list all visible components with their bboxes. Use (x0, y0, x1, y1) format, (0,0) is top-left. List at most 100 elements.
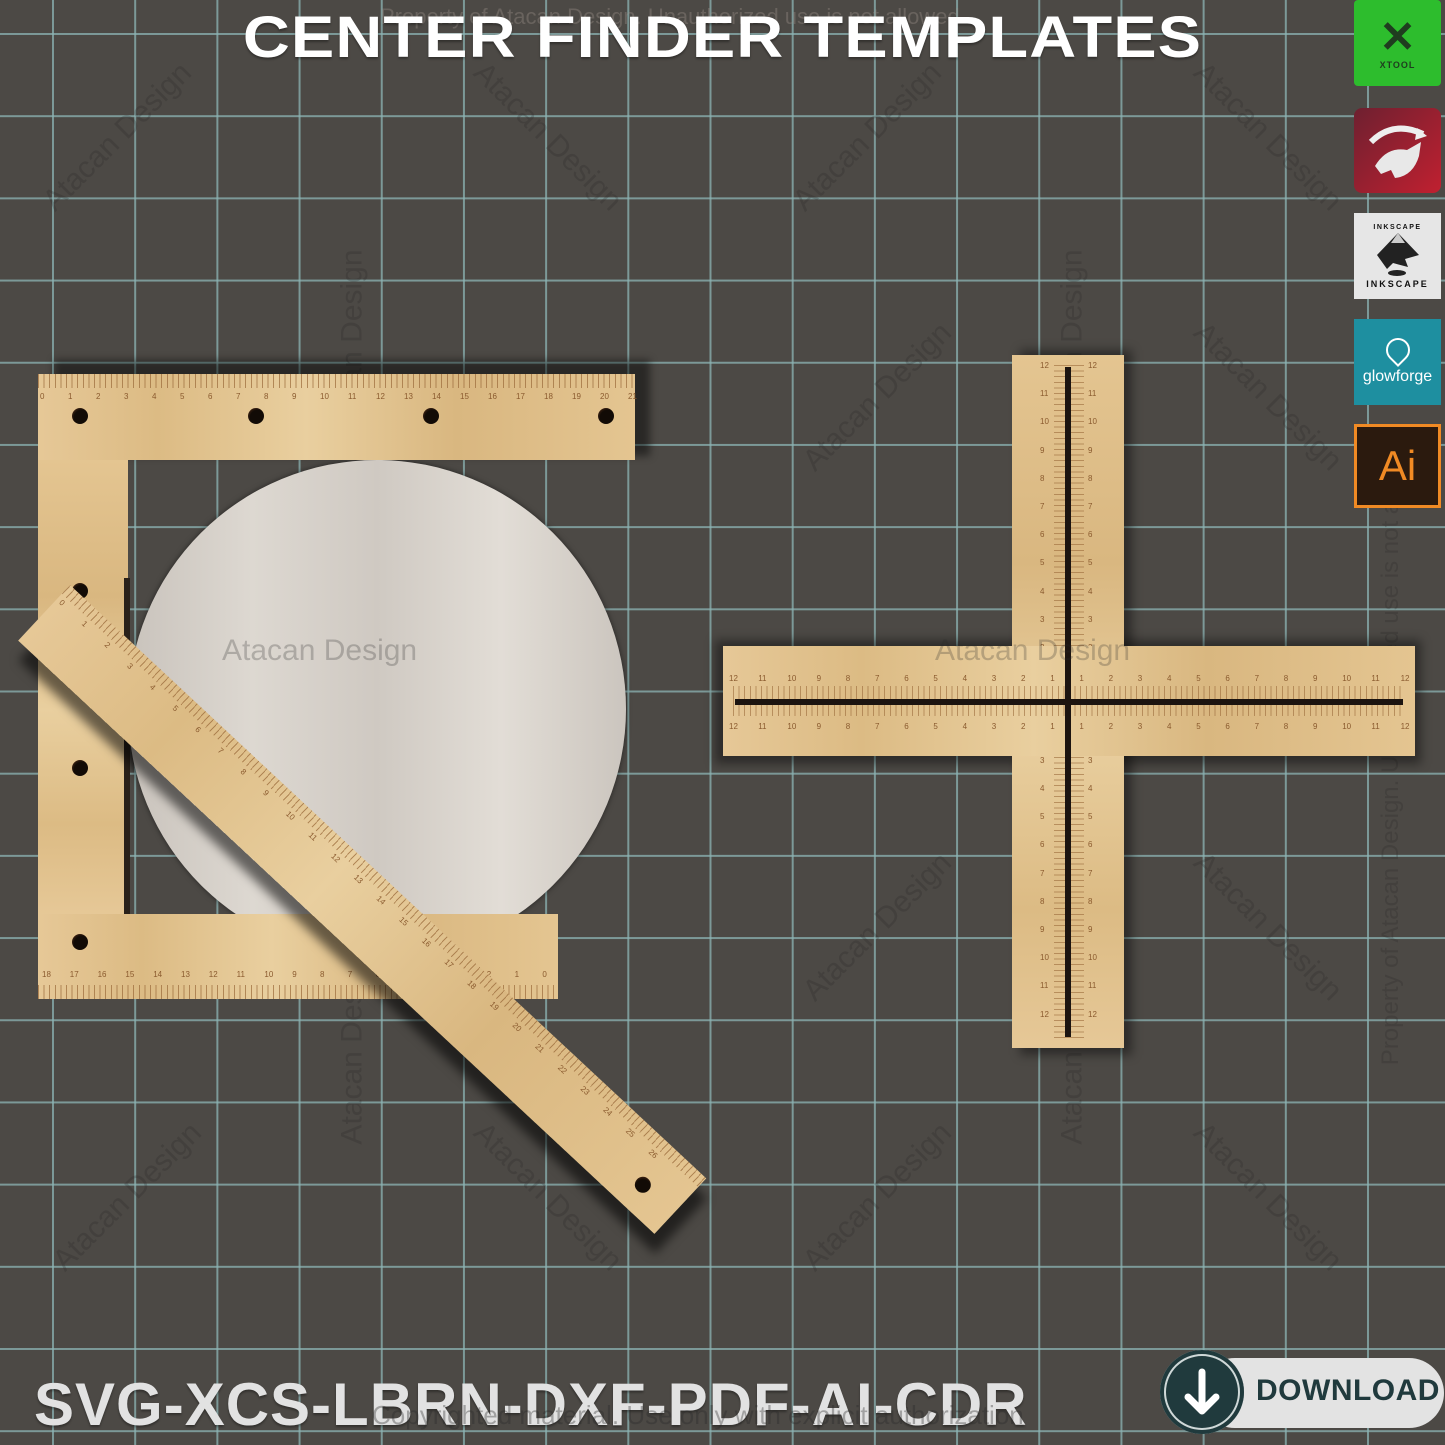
ruler-label: 12 (1088, 1009, 1097, 1019)
watermark-brand: Atacan Design (1187, 845, 1349, 1008)
ruler-label: 7 (347, 970, 353, 979)
ruler-label: 6 (1225, 674, 1230, 683)
ruler-label: 8 (845, 722, 851, 731)
ruler-label: 1 (514, 970, 520, 979)
ruler-label: 12 (376, 392, 385, 401)
glowforge-logo: glowforge (1354, 319, 1441, 405)
ruler-label: 0 (40, 392, 45, 401)
ruler-label: 13 (181, 970, 190, 979)
ruler-label: 11 (1040, 389, 1049, 399)
ruler-label: 3 (124, 392, 129, 401)
mounting-hole (72, 760, 88, 776)
ruler-label: 1 (68, 392, 73, 401)
ruler-label: 8 (845, 674, 851, 683)
dragon-icon (1368, 125, 1427, 178)
arrow-down-icon (1184, 1368, 1220, 1415)
ruler-label: 5 (1196, 674, 1201, 683)
ruler-label: 5 (1040, 558, 1045, 568)
ruler-label: 10 (1040, 417, 1049, 427)
ruler-label: 7 (1254, 674, 1260, 683)
inkscape-top-label: INKSCAPE (1373, 223, 1422, 231)
watermark-brand: Atacan Design (1187, 315, 1349, 478)
ruler-label: 12 (729, 674, 738, 683)
xtool-x-icon: ✕ (1379, 13, 1416, 62)
ruler-label: 9 (1040, 445, 1045, 455)
download-button-label[interactable]: DOWNLOAD (1256, 1374, 1440, 1408)
ruler-label: 18 (544, 392, 553, 401)
ruler-label: 3 (1137, 674, 1143, 683)
ruler-label: 7 (1088, 868, 1093, 878)
ruler-label: 11 (1371, 722, 1380, 731)
ruler-label: 9 (816, 722, 822, 731)
ruler-label: 6 (904, 674, 909, 683)
xtool-logo: ✕ XTOOL (1354, 0, 1441, 86)
page-title: CENTER FINDER TEMPLATES (242, 5, 1203, 70)
ruler-label: 7 (1040, 868, 1045, 878)
ruler-label: 5 (1088, 558, 1093, 568)
watermark-brand: Atacan Design (796, 1115, 958, 1278)
ruler-label: 0 (57, 597, 67, 608)
watermark-brand: Atacan Design (1187, 55, 1349, 218)
ruler-label: 8 (264, 392, 269, 401)
file-formats-banner: SVG-XCS-LBRN-DXF-PDF-AI-CDR (34, 1371, 1028, 1438)
ruler-label: 1 (1079, 674, 1084, 683)
ruler-label: 6 (1040, 530, 1045, 540)
ruler-label: 17 (516, 392, 525, 401)
ruler-label: 20 (600, 392, 609, 401)
download-button-circle[interactable] (1160, 1350, 1244, 1434)
ruler-label: 9 (1313, 674, 1318, 683)
ruler-label: 0 (542, 970, 547, 979)
ruler-label: 16 (488, 392, 497, 401)
mounting-hole (631, 1173, 655, 1197)
ruler-label: 13 (404, 392, 413, 401)
ruler-label: 3 (1040, 755, 1045, 765)
ruler-label: 6 (1040, 840, 1045, 850)
ruler-label: 9 (292, 392, 297, 401)
ruler-label: 9 (816, 674, 822, 683)
ruler-label: 7 (1254, 722, 1260, 731)
ruler-label: 9 (1088, 925, 1093, 934)
inkscape-logo: INKSCAPE INKSCAPE (1354, 213, 1441, 299)
mounting-hole (72, 408, 88, 424)
glowforge-label: glowforge (1362, 368, 1433, 385)
watermark-brand: Atacan Design (1187, 1115, 1349, 1278)
ruler-label: 6 (208, 392, 213, 401)
ruler-label: 7 (236, 392, 241, 401)
ruler-label: 1 (1050, 722, 1055, 731)
inkscape-icon (1376, 232, 1419, 276)
ruler-label: 10 (1088, 953, 1097, 963)
ruler-label: 12 (208, 970, 218, 979)
mounting-hole (598, 408, 614, 424)
ruler-label: 4 (1167, 722, 1172, 731)
watermark-brand: Atacan Design (46, 1115, 208, 1278)
ruler-label: 7 (875, 674, 880, 683)
ruler-label: 9 (1040, 925, 1045, 934)
ruler-label: 4 (962, 722, 968, 731)
ruler-label: 7 (1088, 502, 1093, 511)
ruler-label: 4 (962, 674, 968, 683)
watermark-brand: Atacan Design (796, 315, 958, 478)
ruler-label: 6 (1088, 840, 1093, 850)
ruler-label: 3 (1088, 755, 1093, 765)
download-button[interactable]: DOWNLOAD (1160, 1350, 1444, 1434)
ruler-label: 4 (1088, 586, 1093, 596)
ruler-label: 11 (236, 970, 245, 979)
ruler-label: 11 (758, 674, 767, 683)
ruler-label: 10 (1088, 417, 1097, 427)
ruler-label: 5 (933, 722, 938, 731)
inkscape-bottom-label: INKSCAPE (1366, 278, 1429, 289)
ruler-label: 6 (1088, 530, 1093, 540)
ruler-label: 19 (572, 392, 581, 401)
illustrator-label: Ai (1378, 442, 1417, 489)
ruler-label: 18 (42, 970, 51, 979)
ruler-label: 3 (991, 674, 997, 683)
ruler-label: 9 (1088, 445, 1093, 455)
top-ruler-labels: 0 1 2 3 4 5 6 7 8 9 10 11 12 13 14 15 16 17 18 19 20 21 (38, 392, 637, 402)
ruler-label: 5 (1040, 812, 1045, 822)
ruler-label: 10 (1342, 722, 1352, 731)
ruler-label: 3 (125, 661, 135, 672)
top-ruler-ticks (38, 374, 635, 388)
ruler-label: 5 (170, 703, 180, 714)
ruler-label: 3 (1088, 614, 1093, 624)
ruler-label: 14 (153, 970, 163, 979)
